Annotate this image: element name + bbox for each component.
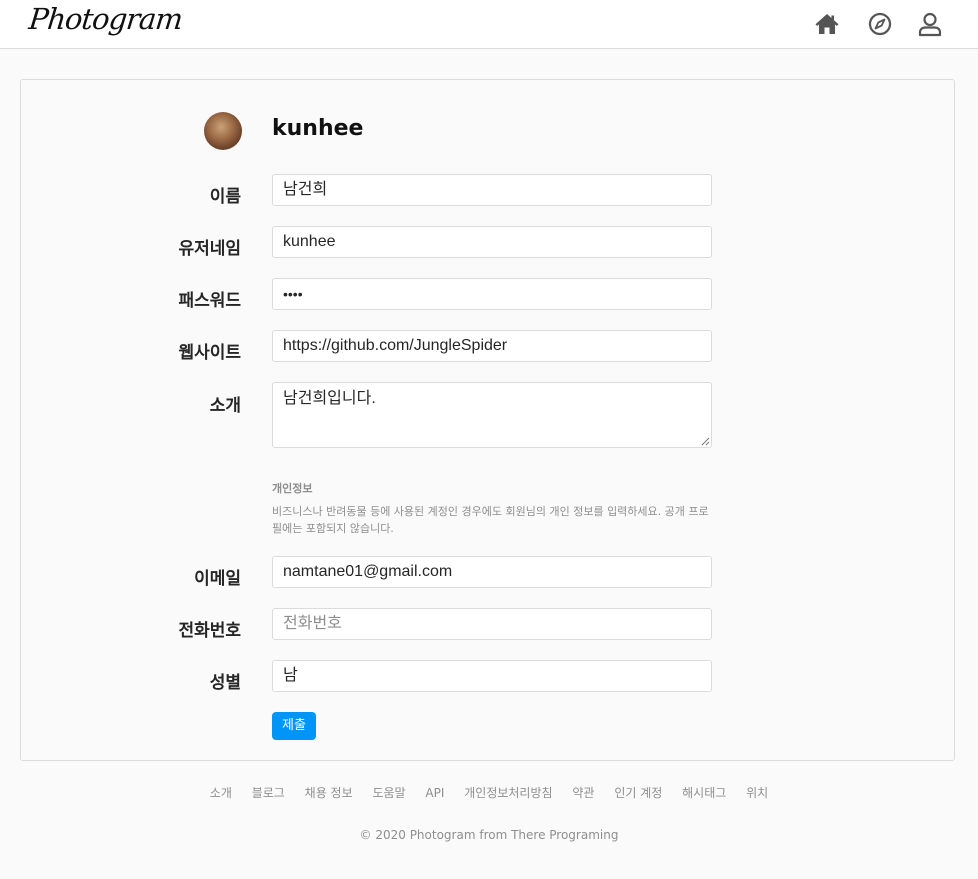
phone-label: 전화번호 [178,621,241,641]
phone-field[interactable]: 전화번호 [272,608,712,640]
email-label: 이메일 [194,569,241,589]
website-label: 웹사이트 [178,343,241,363]
logo[interactable]: Photogram [27,2,184,36]
gender-field[interactable]: 남 [272,660,712,692]
footer-link-hashtags[interactable]: 해시태그 [682,786,726,800]
bio-textarea[interactable]: 남건희입니다. [272,382,712,448]
name-label: 이름 [209,187,241,207]
user-icon[interactable] [917,11,943,37]
name-field[interactable]: 남건희 [272,174,712,206]
footer-link-privacy[interactable]: 개인정보처리방침 [464,786,552,800]
footer-link-help[interactable]: 도움말 [372,786,405,800]
top-navbar: Photogram [0,0,978,49]
username-label: 유저네임 [178,239,241,259]
bio-text: 남건희입니다. [283,390,376,407]
username-field[interactable]: kunhee [272,226,712,258]
private-info-description: 비즈니스나 반려동물 등에 사용된 계정인 경우에도 회원님의 개인 정보를 입… [272,505,709,535]
footer-link-api[interactable]: API [425,786,444,800]
gender-label: 성별 [209,673,241,693]
footer-link-locations[interactable]: 위치 [746,786,768,800]
footer-link-popular-accounts[interactable]: 인기 계정 [614,786,662,800]
submit-button[interactable]: 제출 [272,712,316,740]
email-field[interactable]: namtane01@gmail.com [272,556,712,588]
footer-link-terms[interactable]: 약관 [572,786,594,800]
password-field[interactable]: •••• [272,278,712,310]
avatar[interactable] [204,112,242,150]
private-info-title: 개인정보 [272,482,313,495]
footer-link-jobs[interactable]: 채용 정보 [305,786,353,800]
resize-grip-icon[interactable] [701,437,710,446]
website-field[interactable]: https://github.com/JungleSpider [272,330,712,362]
profile-username: kunhee [272,116,364,141]
copyright: © 2020 Photogram from There Programing [359,828,619,842]
footer-links: 소개 블로그 채용 정보 도움말 API 개인정보처리방침 약관 인기 계정 해… [0,784,978,801]
password-label: 패스워드 [178,291,241,311]
footer-link-blog[interactable]: 블로그 [252,786,285,800]
home-icon[interactable] [814,11,840,37]
compass-icon[interactable] [867,11,893,37]
footer-link-about[interactable]: 소개 [210,786,232,800]
bio-label: 소개 [209,396,241,416]
